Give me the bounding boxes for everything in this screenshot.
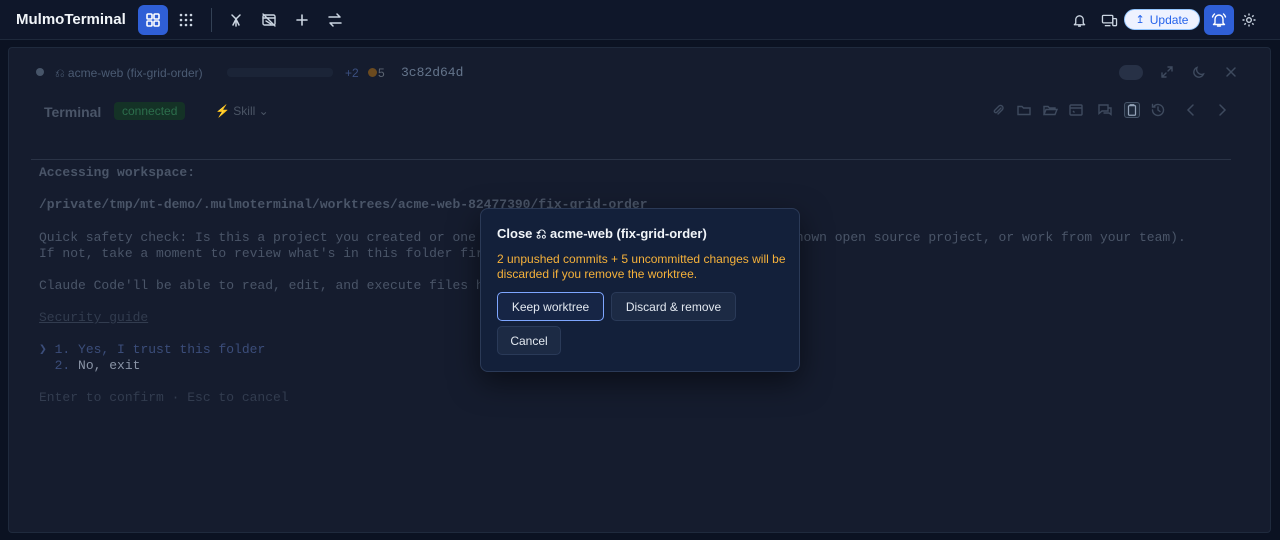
dialog-title: Close ⎌ acme-web (fix-grid-order) — [497, 226, 707, 241]
theme-button[interactable] — [1191, 64, 1207, 80]
moon-icon — [1193, 66, 1205, 78]
session-tab-bar: ⎌ acme-web (fix-grid-order) +2 5 3c82d64… — [9, 48, 1270, 98]
new-session-button[interactable] — [287, 5, 317, 35]
next-button[interactable] — [1214, 102, 1230, 118]
bolt-icon: ⚡ — [215, 104, 230, 118]
close-worktree-dialog: Close ⎌ acme-web (fix-grid-order) 2 unpu… — [480, 208, 800, 372]
session-path-placeholder — [227, 68, 333, 77]
grid-view-button[interactable] — [138, 5, 168, 35]
grid-dots-button[interactable] — [171, 5, 201, 35]
merge-icon — [231, 14, 241, 27]
close-icon — [1226, 67, 1236, 77]
devices-icon — [1101, 14, 1117, 26]
skill-label: Skill — [233, 104, 256, 118]
chat-icon — [1098, 104, 1112, 116]
app-title: MulmoTerminal — [16, 11, 126, 28]
terminal-header: Terminal connected ⚡ Skill ⌄ — [9, 98, 1270, 128]
history-icon — [1151, 103, 1165, 117]
notifications-button[interactable] — [1064, 5, 1094, 35]
close-session-button[interactable] — [1223, 64, 1239, 80]
toolbar-divider — [211, 8, 212, 32]
terminal-hint: Enter to confirm · Esc to cancel — [39, 390, 289, 405]
changes-dot — [368, 68, 377, 77]
bell-icon — [1073, 14, 1085, 27]
connection-status-badge: connected — [114, 102, 186, 120]
chevron-right-icon — [1219, 104, 1227, 116]
chat-button[interactable] — [1097, 102, 1113, 118]
no-branch-icon — [262, 13, 276, 27]
attach-button[interactable] — [990, 102, 1006, 118]
exit-option-number: 2. — [39, 358, 79, 373]
top-bar: MulmoTerminal ↥ Update — [0, 0, 1280, 40]
changes-count: 5 — [378, 66, 385, 80]
swap-icon — [328, 13, 342, 27]
expand-icon — [1161, 66, 1173, 78]
terminal-window-icon — [1069, 104, 1083, 116]
terminal-line: Claude Code'll be able to read, edit, an… — [39, 278, 515, 293]
discard-remove-button[interactable]: Discard & remove — [611, 292, 736, 321]
bell-ring-icon — [1211, 13, 1227, 27]
previous-button[interactable] — [1183, 102, 1199, 118]
settings-button[interactable] — [1234, 5, 1264, 35]
grid-view-icon — [146, 13, 160, 27]
dialog-warning: 2 unpushed commits + 5 uncommitted chang… — [497, 252, 786, 281]
ahead-count: +2 — [345, 66, 359, 80]
paperclip-icon — [993, 104, 1004, 115]
exit-option-label: No, exit — [78, 358, 141, 373]
plus-icon — [296, 14, 308, 26]
update-label: Update — [1149, 12, 1189, 27]
session-toggle[interactable] — [1119, 65, 1143, 80]
chevron-down-icon: ⌄ — [258, 104, 269, 118]
grid-dots-icon — [179, 13, 193, 27]
copy-button[interactable] — [1124, 102, 1140, 118]
no-branch-button[interactable] — [254, 5, 284, 35]
keep-worktree-button[interactable]: Keep worktree — [497, 292, 604, 321]
terminal-title: Terminal — [44, 104, 102, 120]
exit-option[interactable]: 2. No, exit — [39, 358, 141, 374]
session-name[interactable]: ⎌ acme-web (fix-grid-order) — [55, 66, 203, 81]
terminal-line: Accessing workspace: — [39, 165, 196, 180]
expand-button[interactable] — [1159, 64, 1175, 80]
history-button[interactable] — [1150, 102, 1166, 118]
alerts-toggle-button[interactable] — [1204, 5, 1234, 35]
open-folder-button[interactable] — [1042, 102, 1059, 118]
terminal-window-button[interactable] — [1068, 102, 1084, 118]
folder-icon — [1017, 105, 1031, 116]
clipboard-icon — [1127, 104, 1137, 116]
terminal-line: If not, take a moment to review what's i… — [39, 246, 508, 261]
commit-hash[interactable]: 3c82d64d — [401, 65, 463, 80]
trust-option[interactable]: ❯ 1. Yes, I trust this folder — [39, 342, 265, 358]
folder-open-icon — [1042, 105, 1059, 116]
upload-icon: ↥ — [1135, 14, 1145, 26]
folder-button[interactable] — [1016, 102, 1032, 118]
gear-icon — [1242, 13, 1256, 27]
cancel-button[interactable]: Cancel — [497, 326, 561, 355]
skill-dropdown[interactable]: ⚡ Skill ⌄ — [215, 104, 269, 118]
update-button[interactable]: ↥ Update — [1124, 9, 1200, 30]
session-status-dot — [36, 68, 44, 76]
header-divider — [31, 159, 1231, 160]
devices-button[interactable] — [1094, 5, 1124, 35]
chevron-left-icon — [1186, 104, 1194, 116]
swap-button[interactable] — [320, 5, 350, 35]
merge-button[interactable] — [221, 5, 251, 35]
security-guide-link[interactable]: Security guide — [39, 310, 148, 326]
